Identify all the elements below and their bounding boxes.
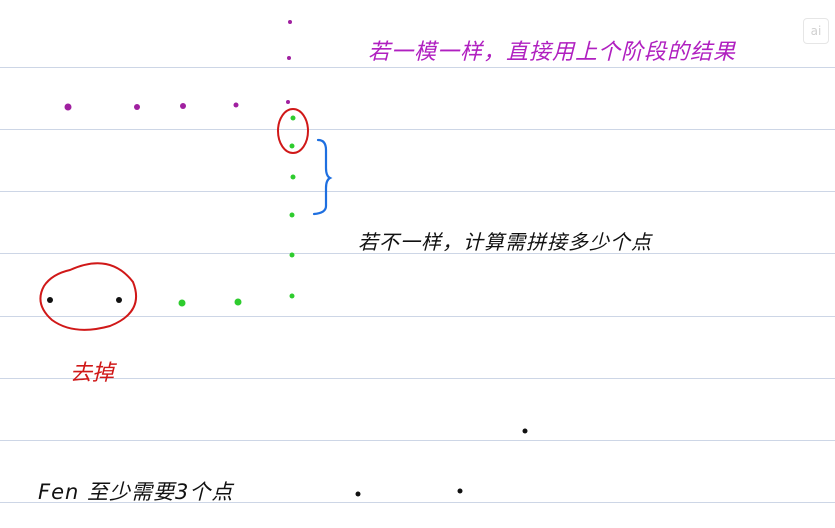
sketch-canvas	[39, 20, 528, 497]
green-dot	[289, 293, 295, 299]
purple-dot	[233, 102, 239, 108]
green-dot	[289, 143, 295, 149]
mid-note: 若不一样，计算需拼接多少个点	[358, 230, 652, 254]
remove-label: 去掉	[70, 361, 115, 386]
purple-dot	[286, 100, 290, 104]
notebook-page: 若一模一样，直接用上个阶段的结果 若不一样，计算需拼接多少个点 去掉 Fen 至…	[0, 0, 835, 528]
purple-dot	[287, 56, 291, 60]
purple-dot	[64, 103, 72, 111]
green-dot	[178, 299, 186, 307]
black-dot	[522, 428, 528, 434]
purple-dot	[134, 104, 140, 110]
black-dot	[457, 488, 463, 494]
green-dot	[289, 212, 295, 218]
app-logo: ai	[803, 18, 829, 44]
green-dot	[290, 174, 296, 180]
purple-dot	[180, 103, 186, 109]
black-dot	[47, 297, 53, 303]
purple-dot	[288, 20, 292, 24]
black-dot	[116, 297, 122, 303]
red-loop	[39, 262, 138, 331]
bottom-note: Fen 至少需要3个点	[38, 480, 234, 504]
green-dot	[289, 252, 295, 258]
black-dot	[355, 491, 361, 497]
blue-brace	[312, 138, 333, 216]
green-dot	[234, 298, 242, 306]
top-note: 若一模一样，直接用上个阶段的结果	[368, 40, 737, 65]
green-dot	[290, 115, 296, 121]
